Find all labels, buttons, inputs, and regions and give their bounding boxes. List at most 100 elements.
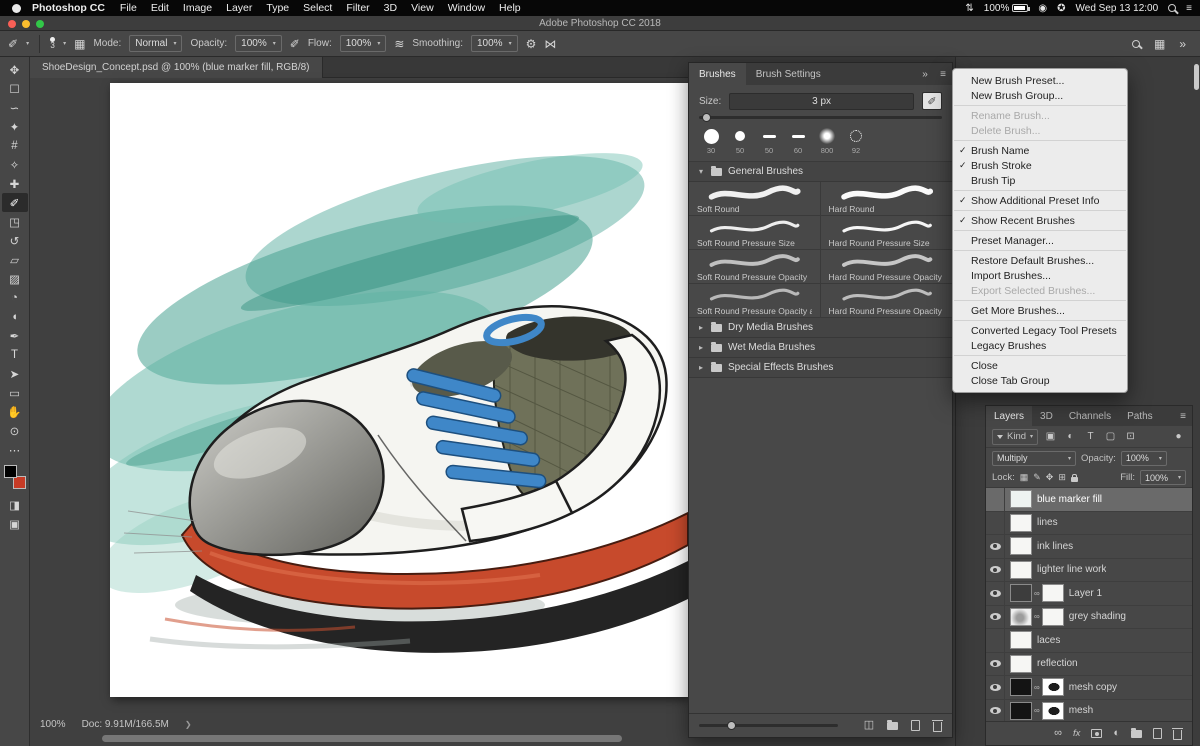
brush-group-general[interactable]: ▾ General Brushes <box>689 162 952 182</box>
filter-shape-icon[interactable]: ▢ <box>1103 431 1118 442</box>
preview-size-slider[interactable] <box>699 724 838 727</box>
layer-row-mesh-copy[interactable]: ∞ mesh copy <box>986 676 1192 700</box>
layer-name[interactable]: ink lines <box>1037 541 1073 552</box>
workspace-icon[interactable]: ▦ <box>1154 37 1165 51</box>
layer-mask-thumbnail[interactable] <box>1043 679 1063 695</box>
status-popup-chevron-icon[interactable]: ❯ <box>185 720 192 729</box>
blur-tool[interactable]: ◔ <box>2 288 28 307</box>
active-tool-icon[interactable]: ✐ <box>8 37 18 51</box>
brush-group-wet-media[interactable]: ▸ Wet Media Brushes <box>689 338 952 358</box>
pressure-opacity-icon[interactable]: ✐ <box>290 37 300 51</box>
filter-kind-select[interactable]: Kind▾ <box>992 429 1038 445</box>
layer-mask-thumbnail[interactable] <box>1043 585 1063 601</box>
panel-menu-icon[interactable]: ≡ <box>934 63 952 85</box>
filter-smart-object-icon[interactable]: ⊡ <box>1123 431 1138 442</box>
status-dot-icon[interactable]: ◉ <box>1038 3 1047 14</box>
delete-layer-icon[interactable] <box>1173 730 1182 740</box>
gradient-tool[interactable]: ▨ <box>2 269 28 288</box>
lock-all-icon[interactable] <box>1071 477 1078 482</box>
layer-visibility-toggle[interactable] <box>986 653 1005 676</box>
layer-visibility-toggle[interactable] <box>986 700 1005 722</box>
chevron-right-icon[interactable]: ▸ <box>697 363 705 372</box>
dock-collapse-icon[interactable]: » <box>1179 37 1186 51</box>
panel-menu-icon[interactable]: ≡ <box>1174 406 1192 426</box>
brush-preset-soft-round-pressure-opacity[interactable]: Soft Round Pressure Opacity <box>689 250 821 284</box>
tab-brush-settings[interactable]: Brush Settings <box>746 63 831 85</box>
layer-thumbnail[interactable] <box>1011 491 1031 507</box>
notification-center-icon[interactable]: ≡ <box>1186 3 1192 14</box>
edit-toolbar-button[interactable]: ⋯ <box>2 440 28 459</box>
pen-tool[interactable]: ✒ <box>2 326 28 345</box>
delete-brush-button[interactable] <box>933 722 942 732</box>
layer-visibility-toggle[interactable] <box>986 676 1005 699</box>
link-layers-icon[interactable]: ∞ <box>1054 728 1062 739</box>
adjustment-layer-icon[interactable]: ◐ <box>1113 728 1120 739</box>
layer-blend-mode-select[interactable]: Multiply▾ <box>992 451 1076 466</box>
layer-name[interactable]: laces <box>1037 635 1060 646</box>
new-group-icon[interactable] <box>1131 730 1142 738</box>
layer-thumbnail[interactable] <box>1011 632 1031 648</box>
layer-row-reflection[interactable]: reflection <box>986 653 1192 677</box>
layer-visibility-toggle[interactable] <box>986 582 1005 605</box>
search-icon[interactable] <box>1132 40 1140 48</box>
brush-size-slider[interactable] <box>689 113 952 124</box>
slider-thumb[interactable] <box>727 721 736 730</box>
quick-selection-tool[interactable]: ✦ <box>2 117 28 136</box>
zoom-tool[interactable]: ⊙ <box>2 421 28 440</box>
layer-thumbnail[interactable] <box>1011 585 1031 601</box>
pen-pressure-size-icon[interactable]: ✐ <box>922 92 942 110</box>
menu-item-restore-default-brushes[interactable]: Restore Default Brushes... <box>953 253 1127 268</box>
layer-thumbnail[interactable] <box>1011 562 1031 578</box>
brush-tip[interactable]: 800 <box>815 128 839 155</box>
brush-preset-hard-round-pressure-size[interactable]: Hard Round Pressure Size <box>821 216 953 250</box>
artboard[interactable] <box>110 83 688 697</box>
brush-tip[interactable]: 60 <box>786 128 810 155</box>
close-button[interactable] <box>8 20 16 28</box>
brush-preset-hard-round[interactable]: Hard Round <box>821 182 953 216</box>
layer-opacity-select[interactable]: 100%▾ <box>1121 451 1167 466</box>
menu-item-legacy-brushes[interactable]: Legacy Brushes <box>953 338 1127 353</box>
filter-type-icon[interactable]: T <box>1083 431 1098 442</box>
tab-layers[interactable]: Layers <box>986 406 1032 426</box>
layer-name[interactable]: lines <box>1037 517 1058 528</box>
spotlight-icon[interactable] <box>1168 4 1176 12</box>
tab-brushes[interactable]: Brushes <box>689 63 746 85</box>
panel-collapse-icon[interactable]: » <box>916 63 934 85</box>
layer-thumbnail[interactable] <box>1011 656 1031 672</box>
healing-brush-tool[interactable]: ✚ <box>2 174 28 193</box>
layer-thumbnail[interactable] <box>1011 679 1031 695</box>
apple-menu-icon[interactable] <box>12 4 21 13</box>
filter-toggle-icon[interactable]: ● <box>1171 431 1186 442</box>
layer-name[interactable]: blue marker fill <box>1037 494 1102 505</box>
brush-preset-soft-round-pressure-size[interactable]: Soft Round Pressure Size <box>689 216 821 250</box>
menu-type[interactable]: Type <box>266 2 289 14</box>
menu-help[interactable]: Help <box>499 2 521 14</box>
symmetry-icon[interactable]: ⋈ <box>544 37 556 51</box>
layer-visibility-toggle[interactable] <box>986 488 1005 511</box>
layer-name[interactable]: grey shading <box>1069 611 1126 622</box>
mask-link-icon[interactable]: ∞ <box>1034 589 1040 598</box>
new-layer-icon[interactable] <box>1153 728 1162 739</box>
new-brush-button[interactable] <box>911 720 920 731</box>
layer-thumbnail[interactable] <box>1011 609 1031 625</box>
layer-visibility-toggle[interactable] <box>986 535 1005 558</box>
brush-settings-toggle-icon[interactable]: ▦ <box>74 37 85 51</box>
tab-paths[interactable]: Paths <box>1119 406 1161 426</box>
layer-row-layer-1[interactable]: ∞ Layer 1 <box>986 582 1192 606</box>
layer-mask-thumbnail[interactable] <box>1043 609 1063 625</box>
tab-channels[interactable]: Channels <box>1061 406 1119 426</box>
marquee-tool[interactable]: ☐ <box>2 79 28 98</box>
brush-tip[interactable]: 92 <box>844 128 868 155</box>
layer-visibility-toggle[interactable] <box>986 512 1005 535</box>
zoom-level-field[interactable]: 100% <box>40 719 66 730</box>
menu-item-brush-stroke[interactable]: ✓Brush Stroke <box>953 158 1127 173</box>
menu-item-get-more-brushes[interactable]: Get More Brushes... <box>953 303 1127 318</box>
clone-stamp-tool[interactable]: ◳ <box>2 212 28 231</box>
menu-window[interactable]: Window <box>448 2 485 14</box>
badge-icon[interactable]: ✪ <box>1057 3 1065 14</box>
menu-layer[interactable]: Layer <box>226 2 252 14</box>
layer-row-mesh[interactable]: ∞ mesh <box>986 700 1192 722</box>
menu-item-close-tab-group[interactable]: Close Tab Group <box>953 373 1127 388</box>
type-tool[interactable]: T <box>2 345 28 364</box>
smoothing-gear-icon[interactable]: ⚙ <box>526 37 537 51</box>
